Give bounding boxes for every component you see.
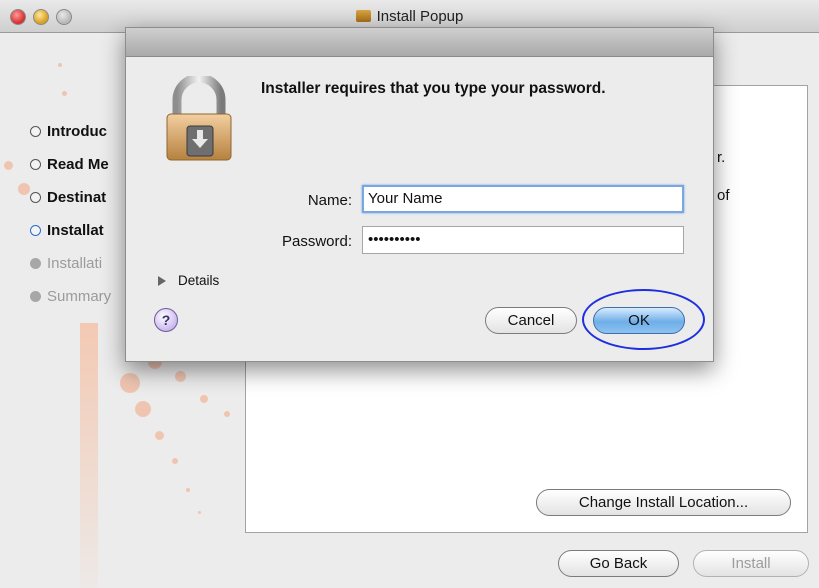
details-disclosure[interactable]: Details (158, 273, 219, 288)
step-label: Destinat (47, 189, 107, 206)
step-label: Installati (47, 255, 103, 272)
installer-package-icon (355, 10, 371, 22)
step-introduction: Introduc (30, 115, 111, 148)
window-title: Install Popup (0, 8, 819, 25)
window-title-text: Install Popup (376, 8, 464, 25)
help-button[interactable]: ? (154, 308, 178, 332)
step-bullet-icon (30, 192, 41, 203)
dialog-message: Installer requires that you type your pa… (261, 80, 606, 97)
step-label: Introduc (47, 123, 107, 140)
details-label: Details (178, 273, 220, 288)
step-bullet-icon (30, 291, 41, 302)
step-installation: Installati (30, 247, 111, 280)
go-back-button[interactable]: Go Back (558, 550, 679, 577)
password-label: Password: (281, 233, 352, 250)
help-icon: ? (161, 312, 171, 328)
install-button[interactable]: Install (693, 550, 809, 577)
step-bullet-icon (30, 159, 41, 170)
step-label: Read Me (47, 156, 109, 173)
name-field[interactable]: Your Name (362, 185, 684, 213)
password-field[interactable]: •••••••••• (362, 226, 684, 254)
step-list: Introduc Read Me Destinat Installat Inst… (30, 115, 111, 313)
lock-icon (166, 76, 232, 161)
step-destination: Destinat (30, 181, 111, 214)
step-summary: Summary (30, 280, 111, 313)
step-bullet-icon (30, 126, 41, 137)
step-label: Summary (47, 288, 112, 305)
change-install-location-button[interactable]: Change Install Location... (536, 489, 791, 516)
step-read-me: Read Me (30, 148, 111, 181)
step-bullet-icon (30, 225, 41, 236)
content-text-fragment: r. (717, 149, 726, 166)
dialog-title-bar (126, 28, 713, 57)
ok-highlight-circle (582, 289, 705, 350)
name-label: Name: (307, 192, 352, 209)
cancel-button[interactable]: Cancel (485, 307, 577, 334)
step-label: Installat (47, 222, 104, 239)
step-bullet-icon (30, 258, 41, 269)
disclosure-triangle-icon (158, 275, 166, 286)
content-text-fragment: of (717, 187, 730, 204)
step-installation-type: Installat (30, 214, 111, 247)
